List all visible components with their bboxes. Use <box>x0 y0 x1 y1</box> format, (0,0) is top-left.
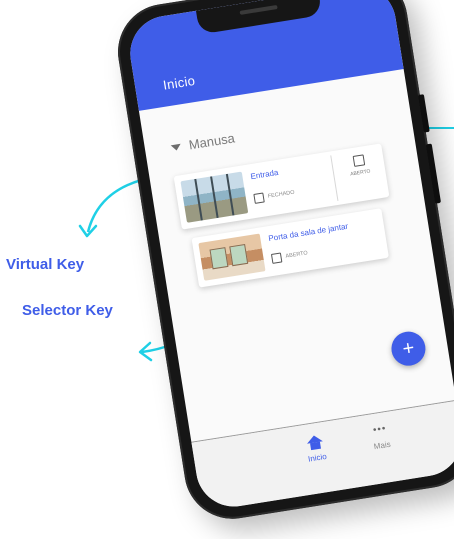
lock-state-label: FECHADO <box>267 189 295 200</box>
door-frame-line <box>210 176 219 219</box>
selector-key-label: Selector Key <box>22 302 113 319</box>
door-thumbnail <box>198 233 266 281</box>
plus-icon: + <box>400 336 416 361</box>
caret-down-icon <box>170 143 182 151</box>
add-door-button[interactable]: + <box>388 329 428 369</box>
nav-label: Mais <box>373 439 392 452</box>
section-header-manusa[interactable]: Manusa <box>170 130 236 155</box>
section-label: Manusa <box>187 130 236 153</box>
promo-stage: Inicio Manusa Entrada FECHADO ABERTO Por… <box>0 0 454 539</box>
open-toggle[interactable]: ABERTO <box>335 152 384 180</box>
checkbox-icon[interactable] <box>253 192 265 204</box>
door-name: Porta da sala de jantar <box>267 221 349 244</box>
checkbox-icon[interactable] <box>352 154 365 167</box>
window-shape <box>229 243 249 267</box>
window-shape <box>209 247 229 270</box>
door-name: Entrada <box>249 167 279 182</box>
lock-state[interactable]: FECHADO <box>253 188 295 204</box>
home-icon-body <box>310 441 321 451</box>
toggle-label: ABERTO <box>349 168 371 178</box>
virtual-key-label: Virtual Key <box>6 256 85 273</box>
nav-item-mais[interactable]: ••• Mais <box>349 421 412 455</box>
door-frame-line <box>225 173 235 216</box>
lock-state[interactable]: ABERTO <box>270 248 309 264</box>
checkbox-icon[interactable] <box>270 252 283 264</box>
more-dots-icon: ••• <box>372 423 388 437</box>
nav-label: Inicio <box>307 451 328 464</box>
door-thumbnail <box>180 171 249 223</box>
lock-state-label: ABERTO <box>285 250 309 260</box>
door-frame-line <box>194 178 203 221</box>
nav-item-inicio[interactable]: Inicio <box>284 431 347 467</box>
home-icon <box>305 434 323 451</box>
page-title: Inicio <box>162 72 197 93</box>
speaker-grille <box>239 4 278 15</box>
